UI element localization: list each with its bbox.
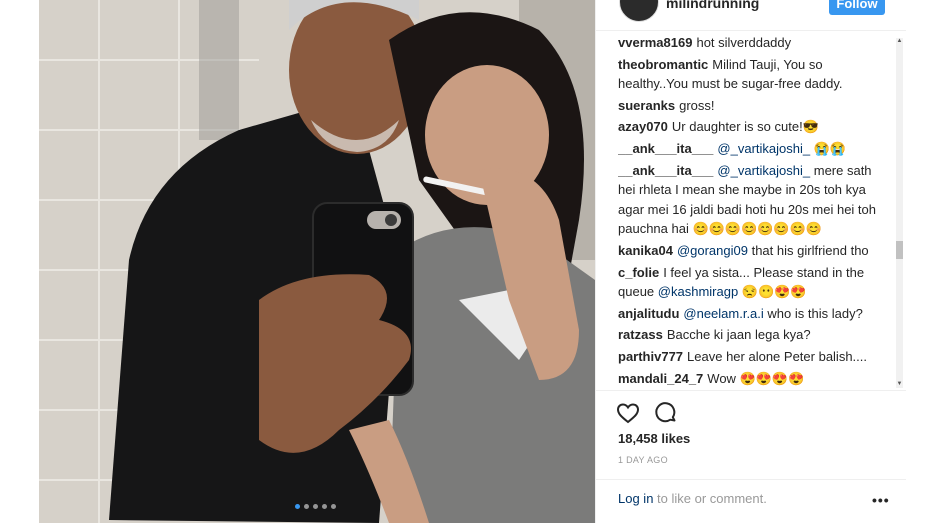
- comment-text: 😒😶😍😍: [741, 284, 807, 300]
- comment-scrollbar[interactable]: ▲ ▼: [896, 38, 903, 388]
- comment-username[interactable]: __ank___ita___: [618, 163, 713, 178]
- comment-item: ratzass Bacche ki jaan lega kya?: [618, 325, 884, 345]
- avatar[interactable]: [619, 0, 659, 22]
- scroll-down-icon[interactable]: ▼: [896, 381, 903, 388]
- post-frame: milindrunning Follow vverma8169 hot silve…: [39, 0, 906, 523]
- comment-username[interactable]: anjalitudu: [618, 306, 679, 321]
- comment-item: vverma8169 hot silverddaddy: [618, 33, 884, 53]
- comment-item: parthiv777 Leave her alone Peter balish..…: [618, 347, 884, 367]
- comment-text: who is this lady?: [767, 305, 863, 321]
- follow-button[interactable]: Follow: [829, 0, 885, 15]
- comment-text: hot silverddaddy: [696, 35, 792, 50]
- comment-text: gross!: [679, 97, 715, 113]
- comment-mention[interactable]: @kashmiragp: [658, 284, 738, 299]
- comment-item: anjalitudu @neelam.r.a.i who is this lady…: [618, 304, 884, 324]
- post-photo[interactable]: [39, 0, 595, 523]
- comment-text: that his girlfriend tho: [751, 242, 869, 258]
- comment-mention[interactable]: @neelam.r.a.i: [683, 306, 763, 321]
- comment-username[interactable]: __ank___ita___: [618, 141, 713, 156]
- comment-username[interactable]: azay070: [618, 119, 668, 134]
- comment-item: mandali_24_7 Wow 😍😍😍😍: [618, 369, 884, 389]
- comment-username[interactable]: mandali_24_7: [618, 371, 703, 386]
- comment-item: theobromantic Milind Tauji, You so health…: [618, 55, 884, 94]
- carousel-dot[interactable]: [295, 504, 300, 509]
- comment-mention[interactable]: @gorangi09: [677, 243, 748, 258]
- comment-username[interactable]: ratzass: [618, 327, 663, 342]
- comment-list[interactable]: vverma8169 hot silverddaddy theobromantic…: [618, 33, 884, 389]
- comment-icon[interactable]: [654, 401, 678, 425]
- comment-username[interactable]: c_folie: [618, 265, 659, 280]
- comment-mention[interactable]: @_vartikajoshi_: [717, 163, 810, 178]
- comment-text: Leave her alone Peter balish....: [687, 348, 867, 364]
- login-link[interactable]: Log in: [618, 491, 653, 506]
- post-username[interactable]: milindrunning: [666, 0, 759, 11]
- carousel-dots[interactable]: [295, 504, 336, 509]
- comment-username[interactable]: vverma8169: [618, 35, 692, 50]
- comment-username[interactable]: theobromantic: [618, 57, 708, 72]
- comment-text: Bacche ki jaan lega kya?: [666, 327, 811, 343]
- carousel-dot[interactable]: [322, 504, 327, 509]
- comment-item: azay070 Ur daughter is so cute!😎: [618, 117, 884, 137]
- comment-mention[interactable]: @_vartikajoshi_: [717, 141, 810, 156]
- comment-item: __ank___ita___ @_vartikajoshi_ 😭😭: [618, 139, 884, 159]
- photo-illustration: [39, 0, 595, 523]
- post-date: 1 DAY AGO: [618, 455, 668, 465]
- comment-item: c_folie I feel ya sista... Please stand i…: [618, 263, 884, 302]
- post-actions: 18,458 likes 1 DAY AGO Log in to like or…: [596, 390, 906, 523]
- login-prompt-text: to like or comment.: [653, 491, 767, 506]
- comment-username[interactable]: kanika04: [618, 243, 673, 258]
- carousel-dot[interactable]: [313, 504, 318, 509]
- comment-item: kanika04 @gorangi09 that his girlfriend t…: [618, 241, 884, 261]
- comment-item: __ank___ita___ @_vartikajoshi_ mere sath …: [618, 161, 884, 239]
- scroll-up-icon[interactable]: ▲: [896, 38, 903, 45]
- comment-item: sueranks gross!: [618, 96, 884, 116]
- carousel-dot[interactable]: [331, 504, 336, 509]
- post-header: milindrunning Follow: [596, 0, 906, 31]
- comment-username[interactable]: parthiv777: [618, 349, 683, 364]
- comment-text: Ur daughter is so cute!😎: [671, 119, 819, 135]
- scrollbar-thumb[interactable]: [896, 241, 903, 259]
- comment-text: Wow 😍😍😍😍: [707, 370, 805, 386]
- comment-username[interactable]: sueranks: [618, 98, 675, 113]
- login-prompt: Log in to like or comment. •••: [596, 479, 906, 523]
- heart-icon[interactable]: [616, 401, 640, 425]
- carousel-dot[interactable]: [304, 504, 309, 509]
- more-options-icon[interactable]: •••: [872, 492, 890, 508]
- post-side-panel: milindrunning Follow vverma8169 hot silve…: [595, 0, 906, 523]
- like-count[interactable]: 18,458 likes: [618, 431, 690, 446]
- comment-text: 😭😭: [813, 140, 847, 156]
